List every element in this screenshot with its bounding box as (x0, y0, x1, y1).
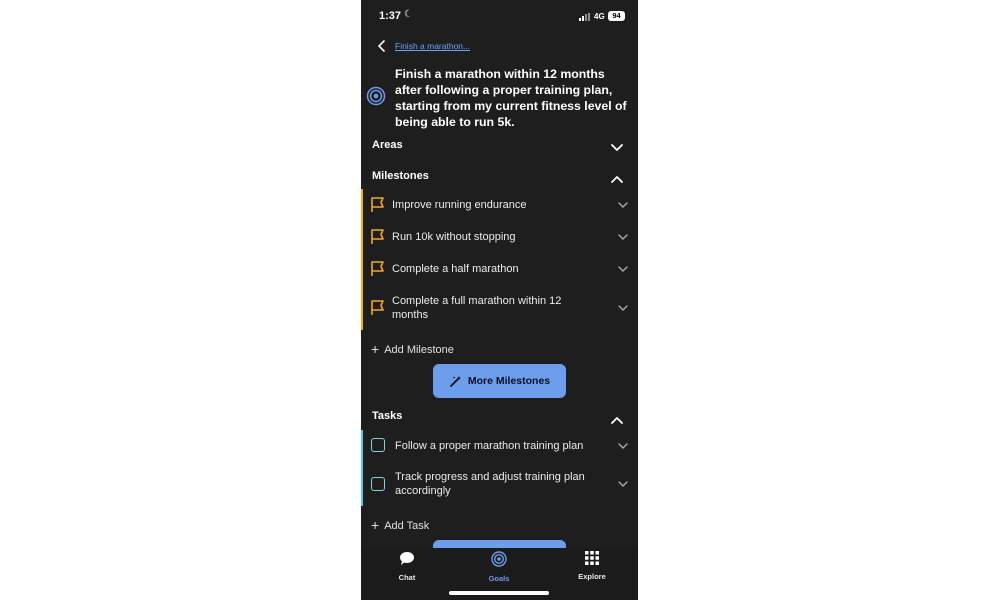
task-item[interactable]: Follow a proper marathon training plan (361, 430, 638, 462)
phone-screen: 1:37 ☾ 4G 94 Finish a marathon... Finish… (361, 0, 638, 600)
milestone-label: Run 10k without stopping (392, 231, 516, 243)
milestone-item[interactable]: Improve running endurance (361, 189, 638, 221)
task-checkbox[interactable] (371, 477, 385, 491)
task-checkbox[interactable] (371, 438, 385, 452)
task-label: Follow a proper marathon training plan (395, 440, 584, 452)
goal-title: Finish a marathon within 12 months after… (395, 67, 627, 129)
add-task-button[interactable]: + Add Task (371, 516, 430, 533)
chevron-down-icon[interactable] (617, 480, 629, 488)
milestones-heading: Milestones (372, 170, 429, 182)
breadcrumb-link[interactable]: Finish a marathon... (395, 41, 470, 51)
tab-chat[interactable]: Chat (377, 551, 437, 582)
chevron-down-icon[interactable] (617, 233, 629, 241)
milestone-item[interactable]: Complete a full marathon within 12 month… (361, 285, 638, 330)
grid-icon (585, 551, 599, 565)
back-arrow-icon[interactable] (375, 39, 389, 53)
tab-explore-label: Explore (578, 572, 606, 581)
milestone-item[interactable]: Complete a half marathon (361, 253, 638, 285)
tab-chat-label: Chat (398, 573, 416, 582)
task-label: Track progress and adjust training plan … (395, 471, 585, 497)
home-indicator (449, 591, 549, 595)
tab-goals[interactable]: Goals (469, 551, 529, 583)
add-task-label: Add Task (384, 520, 430, 532)
chevron-down-icon[interactable] (617, 442, 629, 450)
tasks-heading: Tasks (372, 410, 403, 422)
chat-bubble-icon (400, 552, 414, 565)
moon-icon: ☾ (404, 9, 413, 20)
more-milestones-label: More Milestones (467, 375, 551, 387)
flag-icon (371, 300, 384, 315)
target-icon (491, 551, 507, 567)
magic-wand-icon (449, 375, 461, 387)
add-milestone-button[interactable]: + Add Milestone (371, 340, 454, 357)
milestone-label: Complete a full marathon within 12 month… (392, 295, 562, 321)
flag-icon (371, 197, 384, 212)
battery-indicator: 94 (608, 11, 625, 21)
flag-icon (371, 229, 384, 244)
milestone-label: Complete a half marathon (392, 263, 519, 275)
chevron-down-icon[interactable] (617, 201, 629, 209)
areas-heading: Areas (372, 139, 403, 151)
tab-goals-label: Goals (488, 574, 510, 583)
network-type: 4G (594, 12, 605, 21)
plus-icon: + (371, 517, 380, 533)
plus-icon: + (371, 341, 380, 357)
chevron-down-icon[interactable] (617, 304, 629, 312)
chevron-down-icon[interactable] (610, 143, 624, 153)
add-milestone-label: Add Milestone (384, 344, 454, 356)
milestone-item[interactable]: Run 10k without stopping (361, 221, 638, 253)
chevron-up-icon[interactable] (610, 174, 624, 184)
chevron-down-icon[interactable] (617, 265, 629, 273)
milestone-label: Improve running endurance (392, 199, 527, 211)
signal-icon (579, 13, 591, 21)
tab-explore[interactable]: Explore (562, 551, 622, 581)
chevron-up-icon[interactable] (610, 415, 624, 425)
target-icon (366, 86, 386, 106)
flag-icon (371, 261, 384, 276)
more-milestones-button[interactable]: More Milestones (433, 364, 566, 398)
status-time: 1:37 (379, 10, 402, 22)
task-item[interactable]: Track progress and adjust training plan … (361, 462, 638, 506)
